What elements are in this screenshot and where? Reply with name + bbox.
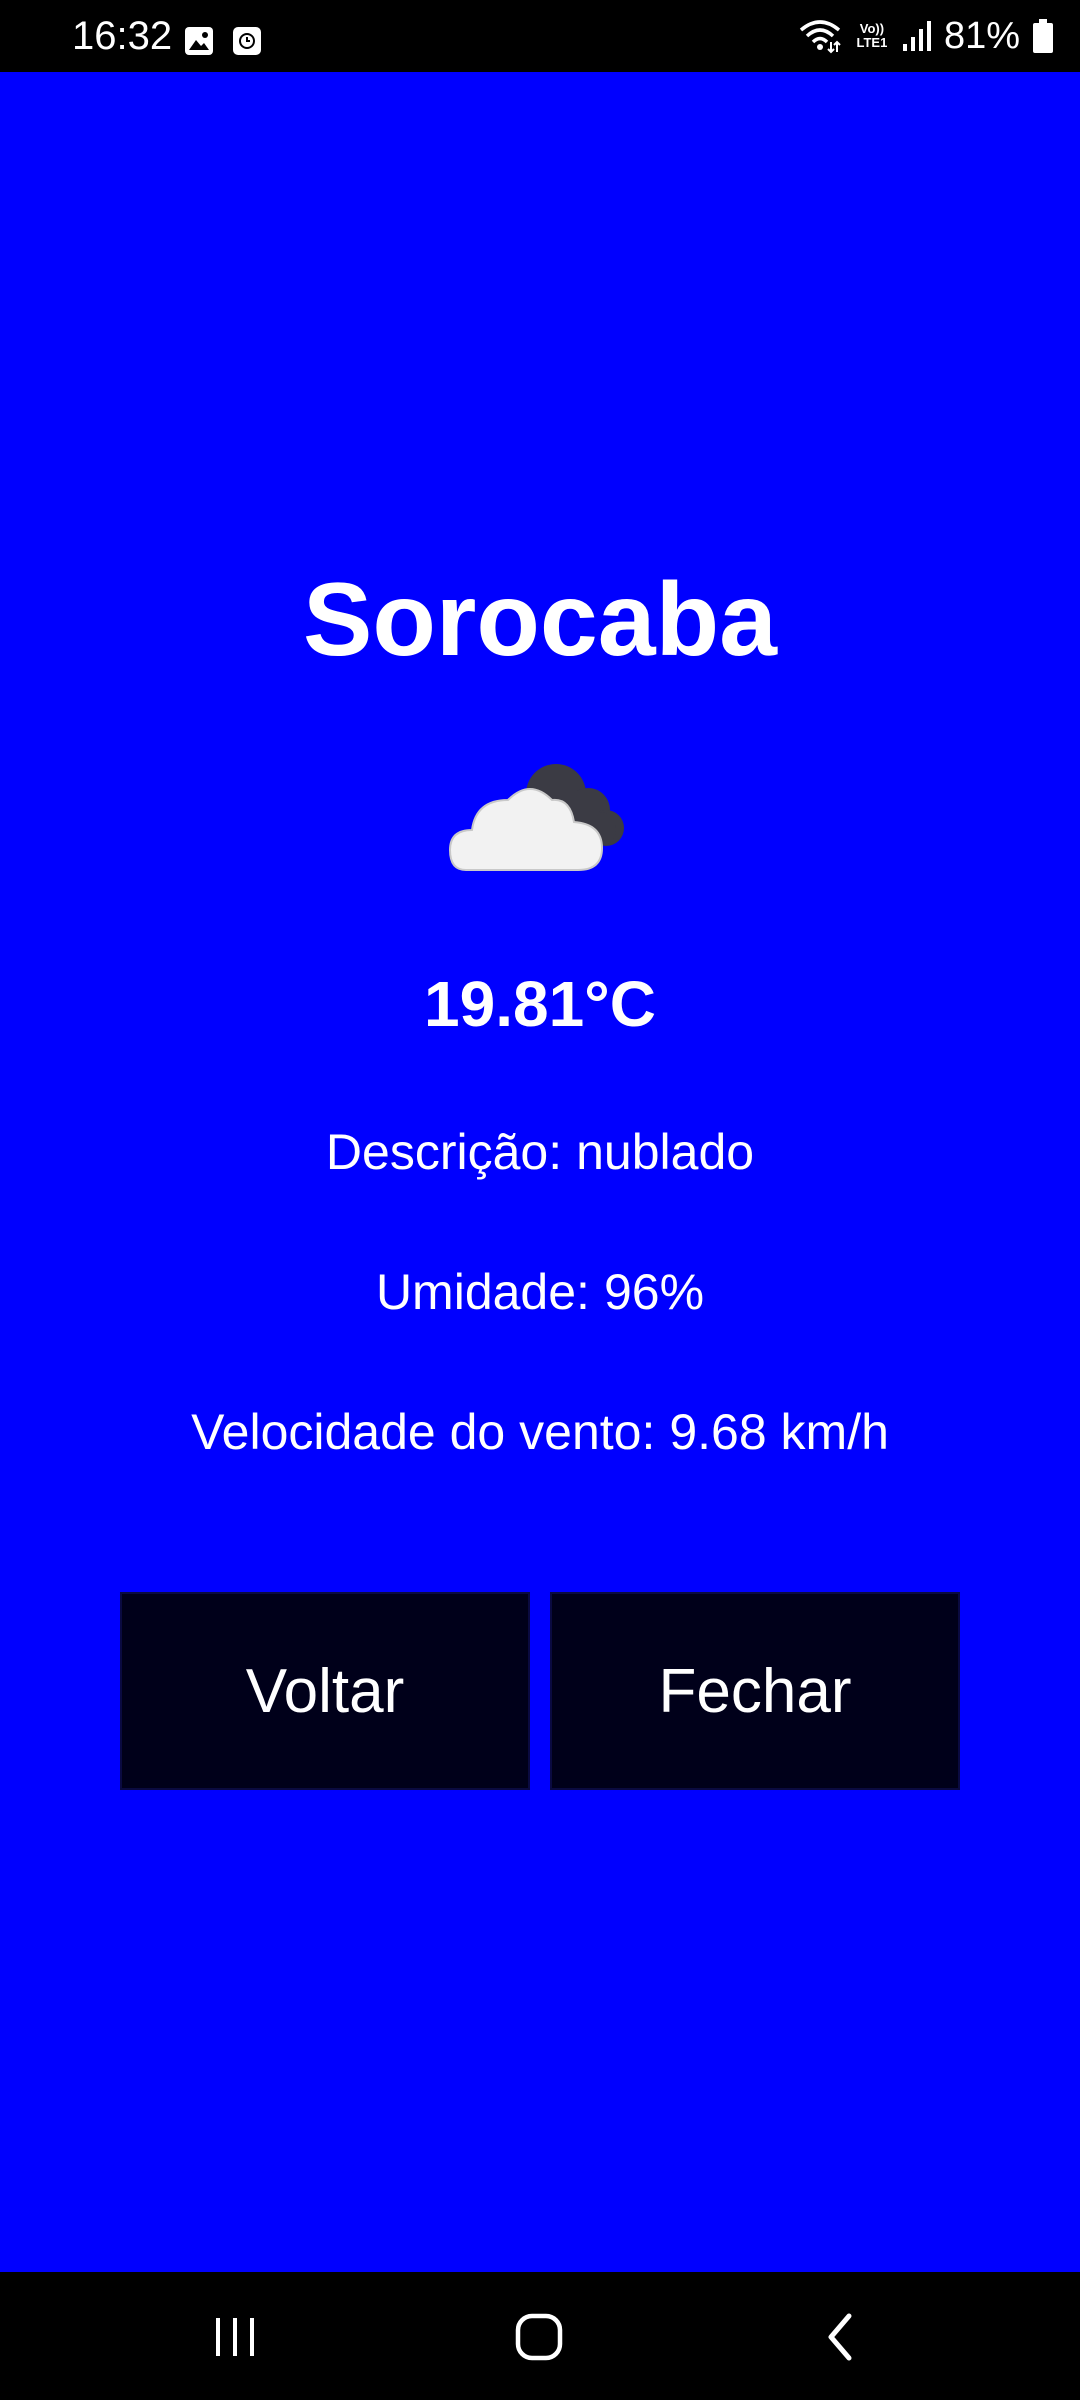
home-button[interactable]	[494, 2302, 584, 2372]
cloudy-icon	[448, 764, 624, 871]
volte-label: Vo))	[859, 21, 885, 36]
navigation-bar	[0, 2272, 1080, 2400]
signal-icon	[902, 21, 931, 51]
humidity-row: Umidade: 96%	[0, 1260, 1080, 1324]
screen: 16:32 Vo)) LTE1 81% Sorocaba 19.81°C Des…	[0, 0, 1080, 2400]
humidity-value: 96%	[603, 1264, 705, 1320]
network-type-label: Vo)) LTE1	[854, 22, 890, 50]
description-label: Descrição:	[325, 1124, 563, 1180]
home-icon	[515, 2313, 563, 2361]
recent-apps-button[interactable]	[190, 2302, 280, 2372]
humidity-label: Umidade:	[375, 1264, 590, 1320]
status-bar: 16:32 Vo)) LTE1 81%	[0, 0, 1080, 72]
weather-screen: Sorocaba 19.81°C Descrição: nublado Umida…	[0, 72, 1080, 2272]
status-right-group: Vo)) LTE1 81%	[798, 14, 1054, 58]
status-time: 16:32	[72, 14, 173, 58]
temperature: 19.81°C	[424, 968, 656, 1040]
wind-label: Velocidade do vento:	[191, 1404, 656, 1460]
close-button[interactable]: Fechar	[550, 1592, 960, 1790]
back-nav-button[interactable]	[796, 2302, 886, 2372]
recent-apps-icon	[216, 2318, 254, 2356]
gallery-icon	[185, 27, 213, 55]
wind-value: 9.68 km/h	[669, 1404, 889, 1460]
city-name: Sorocaba	[303, 562, 777, 678]
clock-app-icon	[233, 27, 261, 55]
back-button[interactable]: Voltar	[120, 1592, 530, 1790]
wifi-icon	[799, 20, 841, 54]
battery-icon	[1033, 19, 1053, 53]
back-icon	[828, 2313, 852, 2361]
description-row: Descrição: nublado	[0, 1120, 1080, 1184]
wind-row: Velocidade do vento: 9.68 km/h	[0, 1400, 1080, 1464]
description-value: nublado	[576, 1124, 755, 1180]
battery-percent: 81%	[943, 15, 1020, 57]
lte-label: LTE1	[856, 35, 888, 50]
